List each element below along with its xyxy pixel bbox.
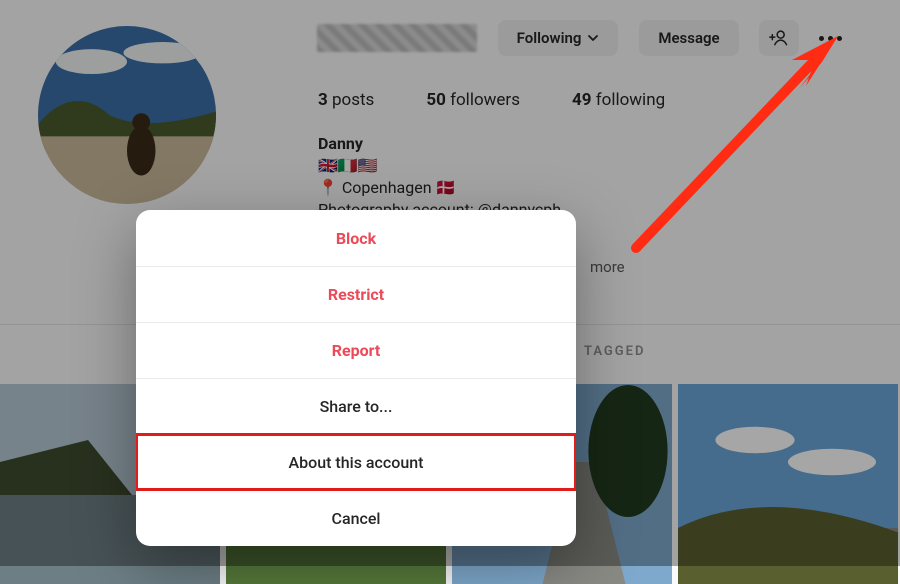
options-modal: Block Restrict Report Share to... About … [136,210,576,546]
modal-cancel[interactable]: Cancel [136,490,576,546]
modal-report[interactable]: Report [136,322,576,378]
modal-restrict[interactable]: Restrict [136,266,576,322]
modal-block[interactable]: Block [136,210,576,266]
modal-share-to[interactable]: Share to... [136,378,576,434]
modal-about-this-account[interactable]: About this account [136,434,576,490]
